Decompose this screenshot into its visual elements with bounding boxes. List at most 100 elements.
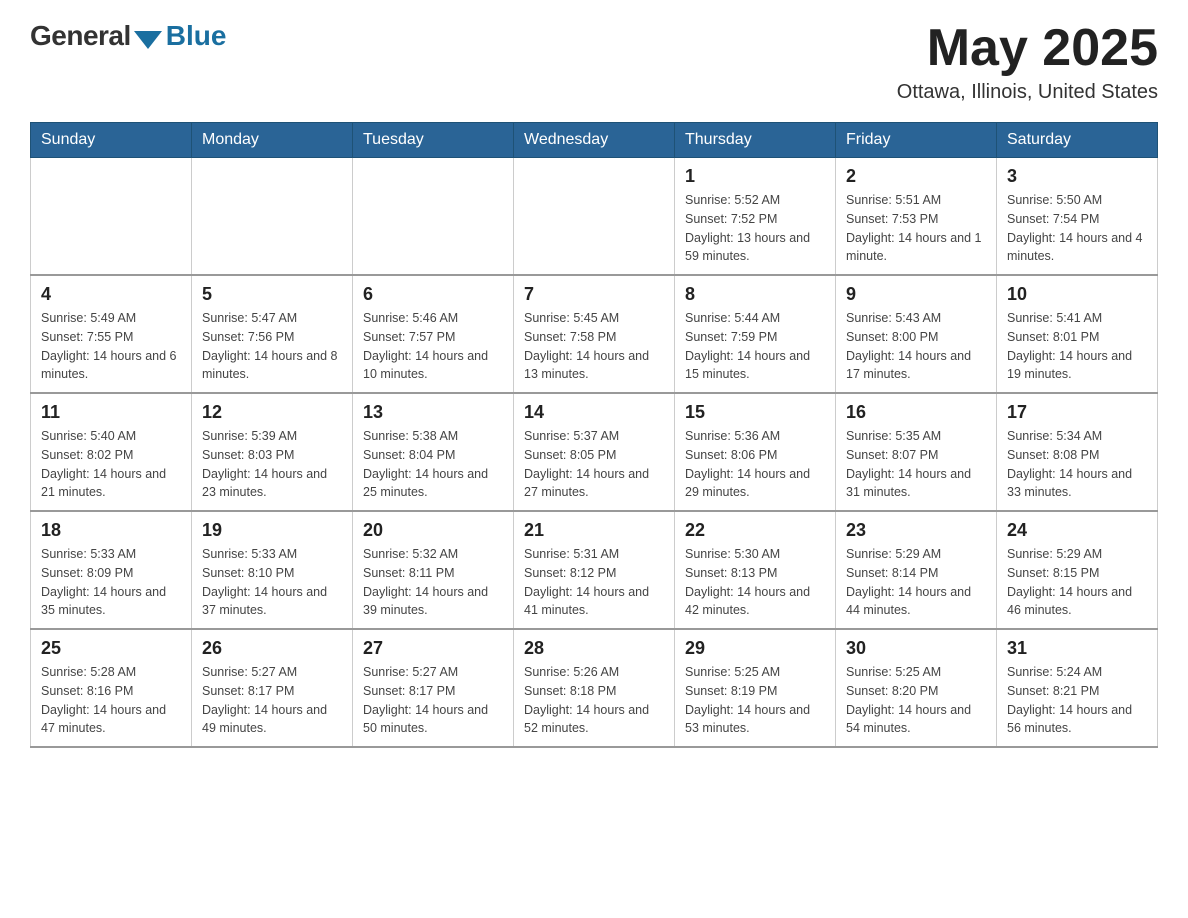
day-number: 20 — [363, 520, 503, 541]
day-of-week-header: Saturday — [997, 123, 1158, 158]
day-number: 30 — [846, 638, 986, 659]
day-number: 23 — [846, 520, 986, 541]
calendar-cell: 10 Sunrise: 5:41 AMSunset: 8:01 PMDayligh… — [997, 275, 1158, 393]
logo: General Blue — [30, 20, 226, 52]
calendar-cell: 13 Sunrise: 5:38 AMSunset: 8:04 PMDayligh… — [353, 393, 514, 511]
day-number: 31 — [1007, 638, 1147, 659]
day-info: Sunrise: 5:41 AMSunset: 8:01 PMDaylight:… — [1007, 309, 1147, 384]
calendar-cell: 23 Sunrise: 5:29 AMSunset: 8:14 PMDayligh… — [836, 511, 997, 629]
day-info: Sunrise: 5:40 AMSunset: 8:02 PMDaylight:… — [41, 427, 181, 502]
calendar-cell: 6 Sunrise: 5:46 AMSunset: 7:57 PMDaylight… — [353, 275, 514, 393]
calendar-cell — [353, 158, 514, 276]
day-info: Sunrise: 5:34 AMSunset: 8:08 PMDaylight:… — [1007, 427, 1147, 502]
day-number: 8 — [685, 284, 825, 305]
calendar-cell: 14Sunrise: 5:37 AMSunset: 8:05 PMDayligh… — [514, 393, 675, 511]
calendar-cell: 1 Sunrise: 5:52 AMSunset: 7:52 PMDaylight… — [675, 158, 836, 276]
calendar-cell: 26 Sunrise: 5:27 AMSunset: 8:17 PMDayligh… — [192, 629, 353, 747]
calendar-cell: 18Sunrise: 5:33 AMSunset: 8:09 PMDayligh… — [31, 511, 192, 629]
calendar-cell: 15 Sunrise: 5:36 AMSunset: 8:06 PMDayligh… — [675, 393, 836, 511]
calendar-cell: 28 Sunrise: 5:26 AMSunset: 8:18 PMDayligh… — [514, 629, 675, 747]
day-number: 5 — [202, 284, 342, 305]
day-number: 26 — [202, 638, 342, 659]
calendar-cell: 5Sunrise: 5:47 AMSunset: 7:56 PMDaylight… — [192, 275, 353, 393]
day-info: Sunrise: 5:28 AMSunset: 8:16 PMDaylight:… — [41, 663, 181, 738]
day-number: 12 — [202, 402, 342, 423]
day-of-week-header: Sunday — [31, 123, 192, 158]
day-info: Sunrise: 5:38 AMSunset: 8:04 PMDaylight:… — [363, 427, 503, 502]
week-row: 4 Sunrise: 5:49 AMSunset: 7:55 PMDaylight… — [31, 275, 1158, 393]
day-number: 3 — [1007, 166, 1147, 187]
logo-general-text: General — [30, 20, 131, 52]
day-info: Sunrise: 5:35 AMSunset: 8:07 PMDaylight:… — [846, 427, 986, 502]
day-info: Sunrise: 5:24 AMSunset: 8:21 PMDaylight:… — [1007, 663, 1147, 738]
day-info: Sunrise: 5:43 AMSunset: 8:00 PMDaylight:… — [846, 309, 986, 384]
calendar-cell: 19 Sunrise: 5:33 AMSunset: 8:10 PMDayligh… — [192, 511, 353, 629]
day-of-week-header: Monday — [192, 123, 353, 158]
day-number: 11 — [41, 402, 181, 423]
day-number: 4 — [41, 284, 181, 305]
day-info: Sunrise: 5:25 AMSunset: 8:19 PMDaylight:… — [685, 663, 825, 738]
day-number: 19 — [202, 520, 342, 541]
day-number: 1 — [685, 166, 825, 187]
day-of-week-header: Wednesday — [514, 123, 675, 158]
week-row: 11 Sunrise: 5:40 AMSunset: 8:02 PMDayligh… — [31, 393, 1158, 511]
calendar-cell: 22Sunrise: 5:30 AMSunset: 8:13 PMDayligh… — [675, 511, 836, 629]
calendar-cell: 31 Sunrise: 5:24 AMSunset: 8:21 PMDayligh… — [997, 629, 1158, 747]
day-info: Sunrise: 5:45 AMSunset: 7:58 PMDaylight:… — [524, 309, 664, 384]
calendar-cell: 8 Sunrise: 5:44 AMSunset: 7:59 PMDaylight… — [675, 275, 836, 393]
day-number: 25 — [41, 638, 181, 659]
day-number: 29 — [685, 638, 825, 659]
day-number: 17 — [1007, 402, 1147, 423]
day-info: Sunrise: 5:29 AMSunset: 8:15 PMDaylight:… — [1007, 545, 1147, 620]
day-number: 16 — [846, 402, 986, 423]
calendar-cell — [31, 158, 192, 276]
day-info: Sunrise: 5:37 AMSunset: 8:05 PMDaylight:… — [524, 427, 664, 502]
day-info: Sunrise: 5:26 AMSunset: 8:18 PMDaylight:… — [524, 663, 664, 738]
calendar-cell: 27Sunrise: 5:27 AMSunset: 8:17 PMDayligh… — [353, 629, 514, 747]
day-info: Sunrise: 5:30 AMSunset: 8:13 PMDaylight:… — [685, 545, 825, 620]
day-info: Sunrise: 5:27 AMSunset: 8:17 PMDaylight:… — [202, 663, 342, 738]
day-info: Sunrise: 5:36 AMSunset: 8:06 PMDaylight:… — [685, 427, 825, 502]
day-number: 2 — [846, 166, 986, 187]
day-number: 15 — [685, 402, 825, 423]
day-info: Sunrise: 5:44 AMSunset: 7:59 PMDaylight:… — [685, 309, 825, 384]
calendar-cell: 11 Sunrise: 5:40 AMSunset: 8:02 PMDayligh… — [31, 393, 192, 511]
calendar-cell: 7Sunrise: 5:45 AMSunset: 7:58 PMDaylight… — [514, 275, 675, 393]
day-number: 28 — [524, 638, 664, 659]
week-row: 25 Sunrise: 5:28 AMSunset: 8:16 PMDayligh… — [31, 629, 1158, 747]
calendar-cell: 30 Sunrise: 5:25 AMSunset: 8:20 PMDayligh… — [836, 629, 997, 747]
calendar-header-row: SundayMondayTuesdayWednesdayThursdayFrid… — [31, 123, 1158, 158]
calendar-cell: 3 Sunrise: 5:50 AMSunset: 7:54 PMDaylight… — [997, 158, 1158, 276]
calendar-cell: 16 Sunrise: 5:35 AMSunset: 8:07 PMDayligh… — [836, 393, 997, 511]
week-row: 18Sunrise: 5:33 AMSunset: 8:09 PMDayligh… — [31, 511, 1158, 629]
day-of-week-header: Tuesday — [353, 123, 514, 158]
day-number: 6 — [363, 284, 503, 305]
calendar-cell: 9 Sunrise: 5:43 AMSunset: 8:00 PMDaylight… — [836, 275, 997, 393]
logo-arrow-icon — [134, 31, 162, 49]
calendar-cell: 2Sunrise: 5:51 AMSunset: 7:53 PMDaylight… — [836, 158, 997, 276]
day-number: 24 — [1007, 520, 1147, 541]
calendar-cell: 12Sunrise: 5:39 AMSunset: 8:03 PMDayligh… — [192, 393, 353, 511]
day-info: Sunrise: 5:52 AMSunset: 7:52 PMDaylight:… — [685, 191, 825, 266]
day-number: 10 — [1007, 284, 1147, 305]
day-number: 13 — [363, 402, 503, 423]
month-year-title: May 2025 — [897, 20, 1158, 77]
day-info: Sunrise: 5:49 AMSunset: 7:55 PMDaylight:… — [41, 309, 181, 384]
day-info: Sunrise: 5:46 AMSunset: 7:57 PMDaylight:… — [363, 309, 503, 384]
day-info: Sunrise: 5:27 AMSunset: 8:17 PMDaylight:… — [363, 663, 503, 738]
day-info: Sunrise: 5:33 AMSunset: 8:10 PMDaylight:… — [202, 545, 342, 620]
day-number: 18 — [41, 520, 181, 541]
calendar-cell — [514, 158, 675, 276]
day-info: Sunrise: 5:31 AMSunset: 8:12 PMDaylight:… — [524, 545, 664, 620]
calendar-cell — [192, 158, 353, 276]
calendar-cell: 17 Sunrise: 5:34 AMSunset: 8:08 PMDayligh… — [997, 393, 1158, 511]
day-of-week-header: Friday — [836, 123, 997, 158]
day-number: 9 — [846, 284, 986, 305]
title-section: May 2025 Ottawa, Illinois, United States — [897, 20, 1158, 104]
logo-blue-text: Blue — [166, 20, 227, 52]
day-info: Sunrise: 5:29 AMSunset: 8:14 PMDaylight:… — [846, 545, 986, 620]
calendar-cell: 29 Sunrise: 5:25 AMSunset: 8:19 PMDayligh… — [675, 629, 836, 747]
day-info: Sunrise: 5:25 AMSunset: 8:20 PMDaylight:… — [846, 663, 986, 738]
calendar-cell: 24 Sunrise: 5:29 AMSunset: 8:15 PMDayligh… — [997, 511, 1158, 629]
day-info: Sunrise: 5:50 AMSunset: 7:54 PMDaylight:… — [1007, 191, 1147, 266]
